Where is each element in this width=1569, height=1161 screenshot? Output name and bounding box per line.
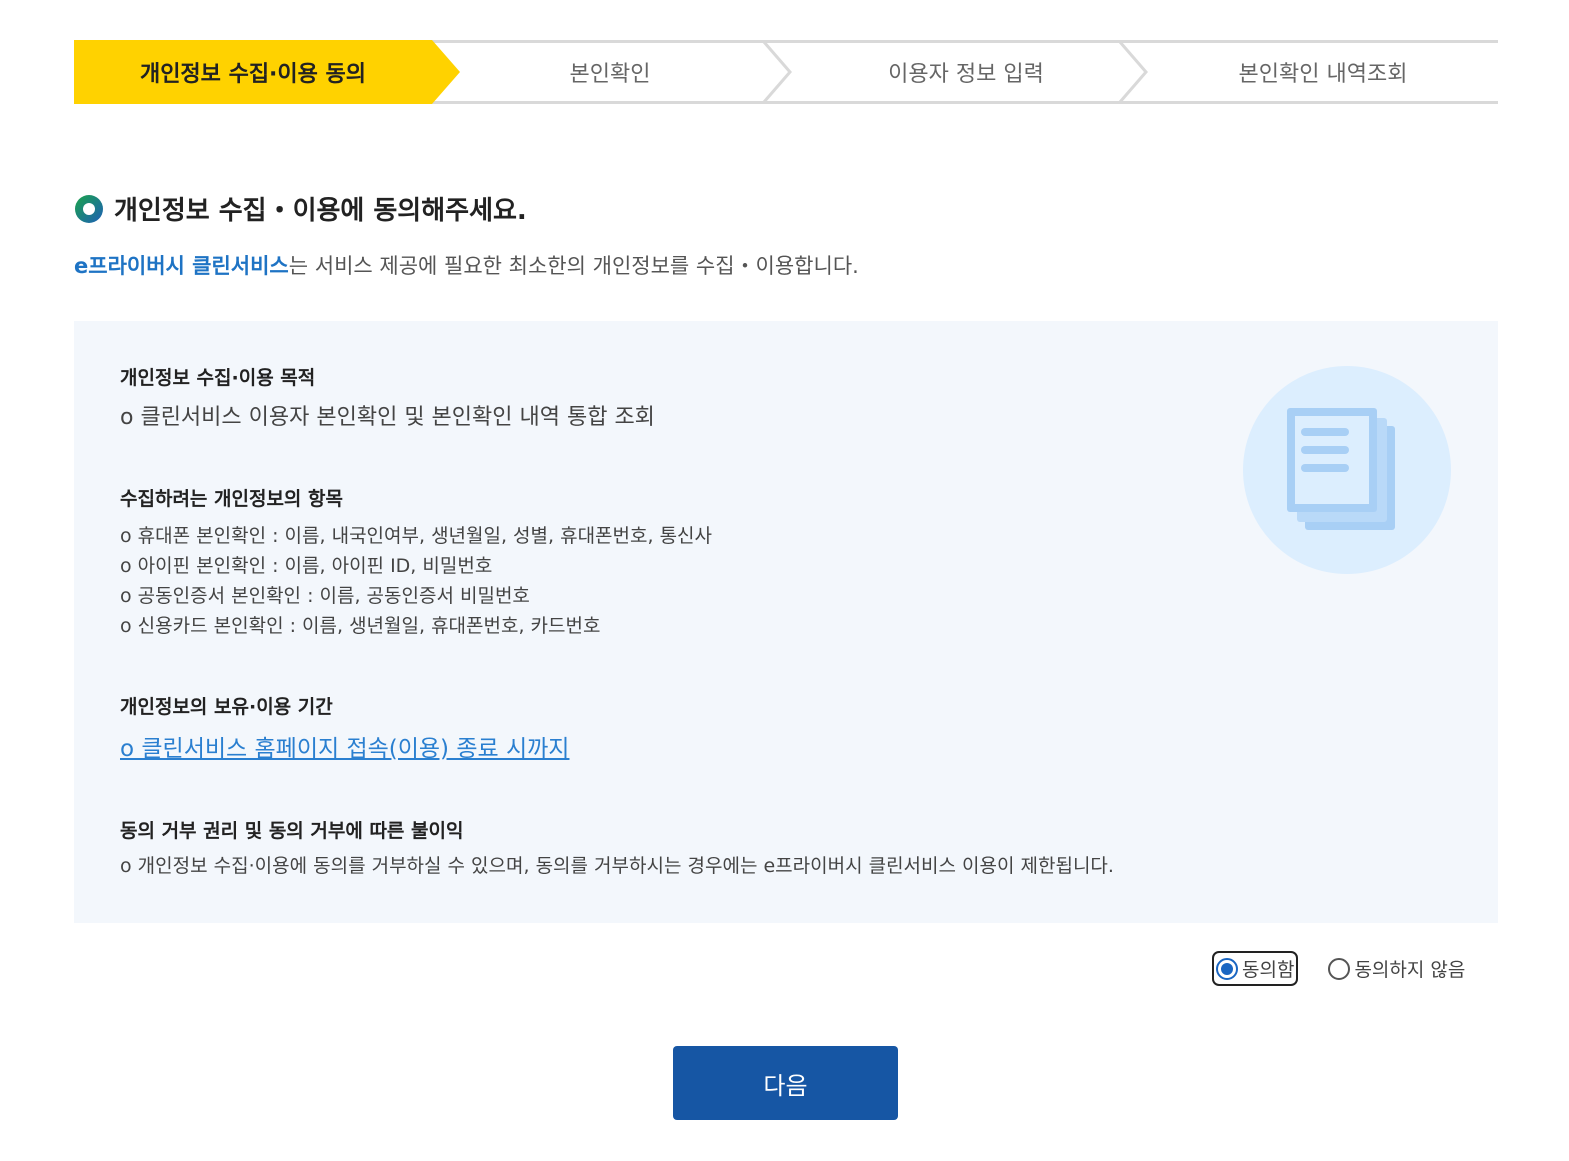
items-line: o 아이핀 본인확인 : 이름, 아이핀 ID, 비밀번호 xyxy=(120,555,493,577)
agree-radio[interactable]: 동의함 xyxy=(1211,951,1299,986)
step-label: 이용자 정보 입력 xyxy=(888,62,1044,87)
page-title: 개인정보 수집・이용에 동의해주세요. xyxy=(114,196,527,226)
step-history: 본인확인 내역조회 xyxy=(1148,40,1498,104)
disagree-label[interactable]: 동의하지 않음 xyxy=(1354,955,1465,982)
refusal-title: 동의 거부 권리 및 동의 거부에 따른 불이익 xyxy=(120,820,464,842)
radio-checked-icon[interactable] xyxy=(1216,957,1238,980)
consent-radio-group: 동의함 동의하지 않음 xyxy=(1211,951,1465,986)
step-label: 본인확인 xyxy=(569,62,651,87)
items-title: 수집하려는 개인정보의 항목 xyxy=(120,488,343,510)
step-label: 본인확인 내역조회 xyxy=(1238,62,1408,87)
document-icon xyxy=(1243,366,1451,574)
intro-description: 는 서비스 제공에 필요한 최소한의 개인정보를 수집・이용합니다. xyxy=(288,254,859,278)
step-consent: 개인정보 수집·이용 동의 xyxy=(74,40,432,104)
circle-bullet-icon xyxy=(75,194,103,223)
agree-label[interactable]: 동의함 xyxy=(1242,955,1294,982)
step-active-arrow xyxy=(432,40,460,104)
purpose-title: 개인정보 수집·이용 목적 xyxy=(120,367,316,389)
step-chevron-icon xyxy=(1118,41,1148,103)
step-label: 개인정보 수집·이용 동의 xyxy=(139,62,367,87)
intro-text: e프라이버시 클린서비스는 서비스 제공에 필요한 최소한의 개인정보를 수집・… xyxy=(74,250,859,280)
items-line: o 공동인증서 본인확인 : 이름, 공동인증서 비밀번호 xyxy=(120,585,530,607)
refusal-line: o 개인정보 수집·이용에 동의를 거부하실 수 있으며, 동의를 거부하시는 … xyxy=(120,855,1114,877)
consent-info-box: 개인정보 수집·이용 목적 o 클린서비스 이용자 본인확인 및 본인확인 내역… xyxy=(74,321,1498,923)
disagree-radio[interactable]: 동의하지 않음 xyxy=(1328,955,1465,982)
brand-name: e프라이버시 클린서비스 xyxy=(74,254,289,278)
purpose-line: o 클린서비스 이용자 본인확인 및 본인확인 내역 통합 조회 xyxy=(120,405,655,430)
step-verify: 본인확인 xyxy=(460,40,760,104)
section-heading: 개인정보 수집・이용에 동의해주세요. xyxy=(74,190,527,227)
items-line: o 신용카드 본인확인 : 이름, 생년월일, 휴대폰번호, 카드번호 xyxy=(120,615,601,637)
step-user-info: 이용자 정보 입력 xyxy=(792,40,1140,104)
period-link[interactable]: o 클린서비스 홈페이지 접속(이용) 종료 시까지 xyxy=(120,729,569,763)
period-title: 개인정보의 보유·이용 기간 xyxy=(120,696,333,718)
next-button[interactable]: 다음 xyxy=(673,1046,898,1120)
radio-unchecked-icon[interactable] xyxy=(1328,957,1351,980)
items-line: o 휴대폰 본인확인 : 이름, 내국인여부, 생년월일, 성별, 휴대폰번호,… xyxy=(120,525,713,547)
step-chevron-icon xyxy=(762,41,792,103)
progress-stepper: 개인정보 수집·이용 동의 본인확인 이용자 정보 입력 본인확인 내역조회 xyxy=(74,40,1498,104)
